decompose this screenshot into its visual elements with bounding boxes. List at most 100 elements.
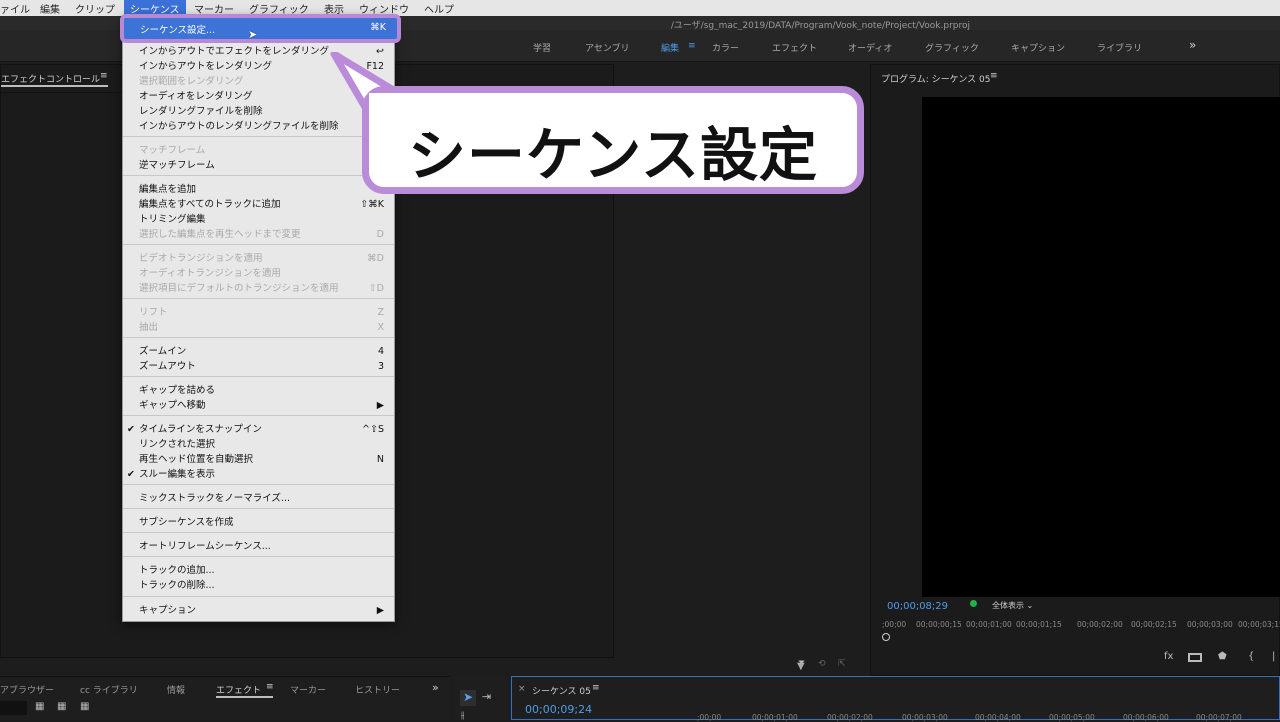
ripple-tool-icon[interactable]: ⫲	[461, 710, 464, 721]
menu-help[interactable]: ヘルプ	[424, 1, 454, 16]
status-dot	[970, 600, 977, 607]
menu-clip[interactable]: クリップ	[75, 1, 115, 16]
panel-menu-icon[interactable]: ≡	[990, 71, 998, 81]
workspace-tab-libraries[interactable]: ライブラリ	[1097, 41, 1142, 54]
callout-bubble: シーケンス設定	[362, 86, 864, 194]
menu-item[interactable]: ズームイン 4	[139, 345, 384, 359]
tab-markers[interactable]: マーカー	[290, 683, 326, 696]
tab-history[interactable]: ヒストリー	[355, 683, 400, 696]
timeline-tick: 00;00;04;00	[975, 713, 1021, 722]
timeline-timecode[interactable]: 00;00;09;24	[525, 703, 592, 716]
timeline-tick: 00;00;02;00	[827, 713, 873, 722]
menu-item-label: ギャップへ移動	[139, 400, 206, 411]
track-select-tool-icon[interactable]: ⇥	[482, 690, 491, 703]
menu-item[interactable]: 再生ヘッド位置を自動選択 N	[139, 453, 384, 467]
menu-item-label: インからアウトをレンダリング	[139, 61, 273, 72]
menu-item[interactable]: トリミング編集	[139, 213, 384, 227]
menu-separator	[123, 298, 394, 299]
menu-item[interactable]: ミックストラックをノーマライズ...	[139, 492, 384, 506]
close-icon[interactable]: ×	[518, 684, 526, 694]
workspace-tab-graphics[interactable]: グラフィック	[925, 41, 979, 54]
mark-in-icon[interactable]: {	[1248, 651, 1254, 662]
timeline-tick: 00;00;06;00	[1123, 713, 1169, 722]
menu-item[interactable]: ギャップを詰める	[139, 384, 384, 398]
program-timecode[interactable]: 00;00;08;29	[887, 601, 948, 612]
menu-item-label: リフト	[139, 307, 168, 318]
tab-libraries[interactable]: cc ライブラリ	[80, 683, 138, 696]
workspace-tab-captions[interactable]: キャプション	[1011, 41, 1065, 54]
menu-item[interactable]: ズームアウト 3	[139, 360, 384, 374]
tab-info[interactable]: 情報	[167, 683, 185, 696]
mark-out-icon[interactable]: |	[1272, 651, 1275, 662]
accelerated-effects-icon[interactable]: ▦	[35, 701, 44, 712]
selection-tool-icon[interactable]: ➤	[460, 690, 476, 706]
timeline-tab[interactable]: シーケンス 05	[532, 684, 591, 697]
fx-icon[interactable]: fx	[1164, 651, 1173, 662]
menu-item[interactable]: オートリフレームシーケンス...	[139, 540, 384, 554]
workspace-overflow-icon[interactable]: »	[1189, 38, 1196, 52]
menu-edit[interactable]: 編集	[40, 1, 60, 16]
menu-item-label: トラックの追加...	[139, 565, 215, 576]
project-panel: アブラウザー cc ライブラリ 情報 エフェクト ≡ マーカー ヒストリー » …	[0, 676, 450, 720]
menu-item[interactable]: トラックの削除...	[139, 579, 384, 593]
panel-menu-icon[interactable]: ≡	[266, 682, 274, 692]
menu-item: マッチフレーム	[139, 144, 384, 158]
workspace-tab-editing[interactable]: 編集	[661, 41, 679, 54]
menu-item: オーディオトランジションを適用	[139, 267, 384, 281]
menu-item-sequence-settings[interactable]: シーケンス設定... ⌘K	[120, 14, 401, 43]
menu-item[interactable]: キャプション ▶	[139, 604, 384, 618]
32bit-effects-icon[interactable]: ▦	[57, 701, 66, 712]
safe-margin-icon[interactable]	[1188, 653, 1202, 662]
menu-file[interactable]: ァイル	[0, 1, 30, 16]
menu-separator	[123, 136, 394, 137]
tab-media-browser[interactable]: アブラウザー	[0, 683, 54, 696]
panel-menu-icon[interactable]: ≡	[592, 683, 600, 693]
menu-item[interactable]: ギャップへ移動 ▶	[139, 399, 384, 413]
callout-text: シーケンス設定	[407, 121, 819, 189]
effect-controls-tab[interactable]: エフェクトコントロール	[1, 72, 100, 85]
menu-item-label: スルー編集を表示	[139, 469, 216, 480]
search-input[interactable]	[0, 701, 27, 715]
yuv-effects-icon[interactable]: ▦	[80, 701, 89, 712]
workspace-tab-color[interactable]: カラー	[712, 41, 739, 54]
overflow-icon[interactable]: »	[432, 681, 439, 694]
filter-icon[interactable]: ⏷	[798, 658, 805, 668]
workspace-tab-audio[interactable]: オーディオ	[848, 41, 892, 54]
menu-item[interactable]: ✔ スルー編集を表示	[127, 468, 384, 482]
tab-effects[interactable]: エフェクト	[216, 683, 261, 696]
menu-item-label: 選択範囲をレンダリング	[139, 76, 244, 87]
workspace-tab-learning[interactable]: 学習	[533, 41, 551, 54]
ruler-tick: 00;00;02;00	[1077, 620, 1123, 629]
workspace-tab-assembly[interactable]: アセンブリ	[585, 41, 630, 54]
menu-item-label: サブシーケンスを作成	[139, 517, 234, 528]
menu-item-label: トラックの削除...	[139, 580, 215, 591]
menu-separator	[123, 376, 394, 377]
menu-item[interactable]: トラックの追加...	[139, 564, 384, 578]
menu-item-shortcut: ⌘K	[370, 22, 386, 33]
menu-item-label: シーケンス設定...	[140, 25, 216, 36]
workspace-tab-effects[interactable]: エフェクト	[772, 41, 817, 54]
ruler-tick: 00;00;03;00	[1187, 620, 1233, 629]
menu-separator	[123, 508, 394, 509]
menu-item[interactable]: 逆マッチフレーム	[139, 159, 384, 173]
menu-item[interactable]: ✔ タイムラインをスナップイン ^⇧S	[127, 423, 384, 437]
menu-item[interactable]: サブシーケンスを作成	[139, 516, 384, 530]
panel-menu-icon[interactable]: ≡	[100, 71, 108, 81]
ruler-tick: 00;00;02;15	[1131, 620, 1177, 629]
zoom-select[interactable]: 全体表示 ⌄	[992, 600, 1033, 611]
playhead-handle[interactable]	[882, 633, 890, 641]
program-ruler[interactable]: ;00;00 00;00;00;15 00;00;01;00 00;00;01;…	[882, 620, 1280, 630]
menu-item[interactable]: リンクされた選択	[139, 438, 384, 452]
ruler-tick: 00;00;01;00	[966, 620, 1012, 629]
menu-item-label: 再生ヘッド位置を自動選択	[139, 454, 254, 465]
menu-item[interactable]: 編集点をすべてのトラックに追加 ⇧⌘K	[139, 198, 384, 212]
menu-item: リフト Z	[139, 306, 384, 320]
menu-item-label: 逆マッチフレーム	[139, 160, 215, 171]
menu-item: 選択した編集点を再生ヘッドまで変更 D	[139, 228, 384, 242]
export-icon[interactable]: ⇱	[838, 659, 846, 669]
program-transport-bar: fx ⬟ { |	[1160, 651, 1280, 665]
settings-icon[interactable]: ⟲	[818, 659, 826, 669]
marker-icon[interactable]: ⬟	[1218, 651, 1227, 662]
menu-item[interactable]: 編集点を追加	[139, 183, 384, 197]
workspace-menu-icon[interactable]: ≡	[688, 41, 696, 51]
